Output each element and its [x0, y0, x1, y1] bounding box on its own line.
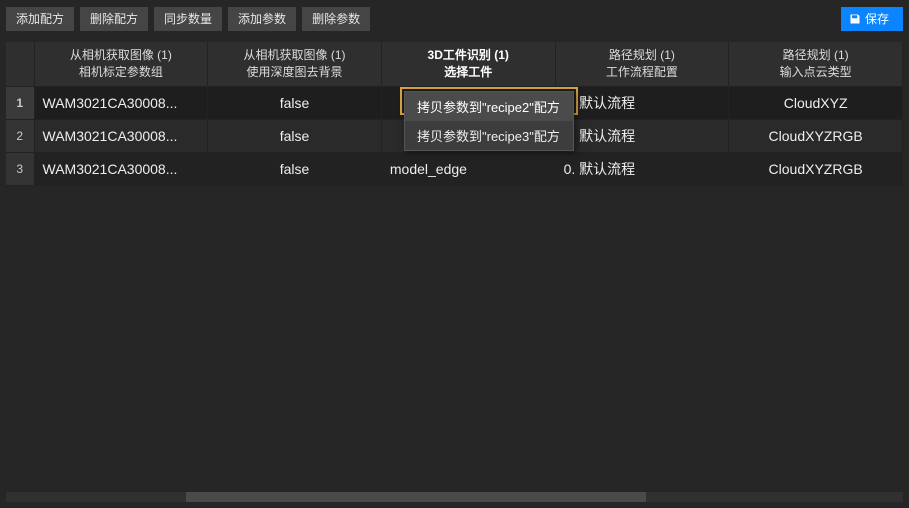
cell-r2-c0[interactable]: WAM3021CA30008... [34, 152, 208, 185]
header-sub-label: 输入点云类型 [735, 64, 896, 81]
context-menu-item-1[interactable]: 拷贝参数到"recipe3"配方 [405, 121, 573, 150]
header-sub-label: 工作流程配置 [562, 64, 723, 81]
table-row[interactable]: 3WAM3021CA30008...falsemodel_edge0. 默认流程… [6, 152, 903, 185]
cell-r0-c3[interactable]: 0. 默认流程 [555, 86, 729, 119]
header-group-label: 路径规划 (1) [735, 47, 896, 64]
sync-count-button[interactable]: 同步数量 [154, 7, 222, 31]
horizontal-scrollbar[interactable] [6, 492, 903, 502]
context-menu: 拷贝参数到"recipe2"配方拷贝参数到"recipe3"配方 [404, 91, 574, 151]
row-index-cell[interactable]: 1 [6, 86, 34, 119]
cell-r2-c4[interactable]: CloudXYZRGB [729, 152, 903, 185]
header-col-4[interactable]: 路径规划 (1)输入点云类型 [729, 42, 903, 86]
header-sub-label: 相机标定参数组 [41, 64, 202, 81]
row-index-cell[interactable]: 2 [6, 119, 34, 152]
header-group-label: 路径规划 (1) [562, 47, 723, 64]
cell-r2-c2[interactable]: model_edge [381, 152, 555, 185]
header-col-0[interactable]: 从相机获取图像 (1)相机标定参数组 [34, 42, 208, 86]
add-recipe-button[interactable]: 添加配方 [6, 7, 74, 31]
table-wrap: 从相机获取图像 (1)相机标定参数组从相机获取图像 (1)使用深度图去背景3D工… [6, 42, 903, 502]
header-index[interactable] [6, 42, 34, 86]
cell-r0-c4[interactable]: CloudXYZ [729, 86, 903, 119]
cell-r0-c1[interactable]: false [208, 86, 382, 119]
save-icon [849, 13, 861, 25]
cell-r1-c1[interactable]: false [208, 119, 382, 152]
header-group-label: 3D工件识别 (1) [388, 47, 549, 64]
header-col-2[interactable]: 3D工件识别 (1)选择工件 [381, 42, 555, 86]
save-button[interactable]: 保存 [841, 7, 903, 31]
cell-r0-c0[interactable]: WAM3021CA30008... [34, 86, 208, 119]
save-button-label: 保存 [865, 11, 889, 27]
header-col-1[interactable]: 从相机获取图像 (1)使用深度图去背景 [208, 42, 382, 86]
table-header: 从相机获取图像 (1)相机标定参数组从相机获取图像 (1)使用深度图去背景3D工… [6, 42, 903, 86]
cell-r1-c0[interactable]: WAM3021CA30008... [34, 119, 208, 152]
cell-r1-c4[interactable]: CloudXYZRGB [729, 119, 903, 152]
header-group-label: 从相机获取图像 (1) [41, 47, 202, 64]
header-sub-label: 使用深度图去背景 [214, 64, 375, 81]
header-sub-label: 选择工件 [388, 64, 549, 81]
row-index-cell[interactable]: 3 [6, 152, 34, 185]
cell-r2-c1[interactable]: false [208, 152, 382, 185]
scrollbar-thumb[interactable] [186, 492, 646, 502]
toolbar: 添加配方 删除配方 同步数量 添加参数 删除参数 保存 [6, 6, 903, 32]
cell-r1-c3[interactable]: 0. 默认流程 [555, 119, 729, 152]
cell-r2-c3[interactable]: 0. 默认流程 [555, 152, 729, 185]
add-param-button[interactable]: 添加参数 [228, 7, 296, 31]
app-root: 添加配方 删除配方 同步数量 添加参数 删除参数 保存 [0, 0, 909, 508]
header-col-3[interactable]: 路径规划 (1)工作流程配置 [555, 42, 729, 86]
context-menu-item-0[interactable]: 拷贝参数到"recipe2"配方 [405, 92, 573, 121]
header-group-label: 从相机获取图像 (1) [214, 47, 375, 64]
delete-param-button[interactable]: 删除参数 [302, 7, 370, 31]
delete-recipe-button[interactable]: 删除配方 [80, 7, 148, 31]
